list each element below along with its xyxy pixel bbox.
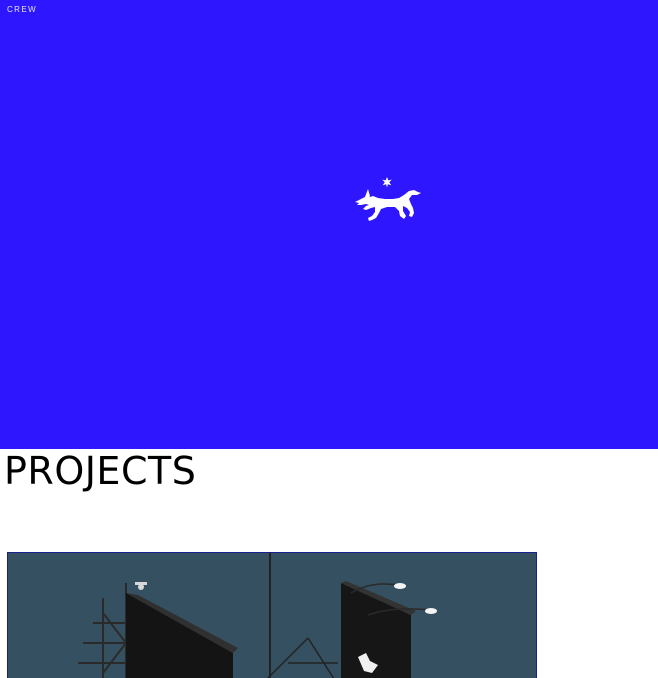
- crew-nav-link[interactable]: CREW: [7, 5, 37, 14]
- hero-banner: CREW: [0, 0, 658, 449]
- billboard-photo: [8, 553, 536, 678]
- wolf-star-logo-icon: [355, 177, 421, 221]
- projects-heading: PROJECTS: [4, 449, 197, 493]
- project-card[interactable]: [7, 552, 537, 678]
- page: CREW PROJECTS: [0, 0, 658, 678]
